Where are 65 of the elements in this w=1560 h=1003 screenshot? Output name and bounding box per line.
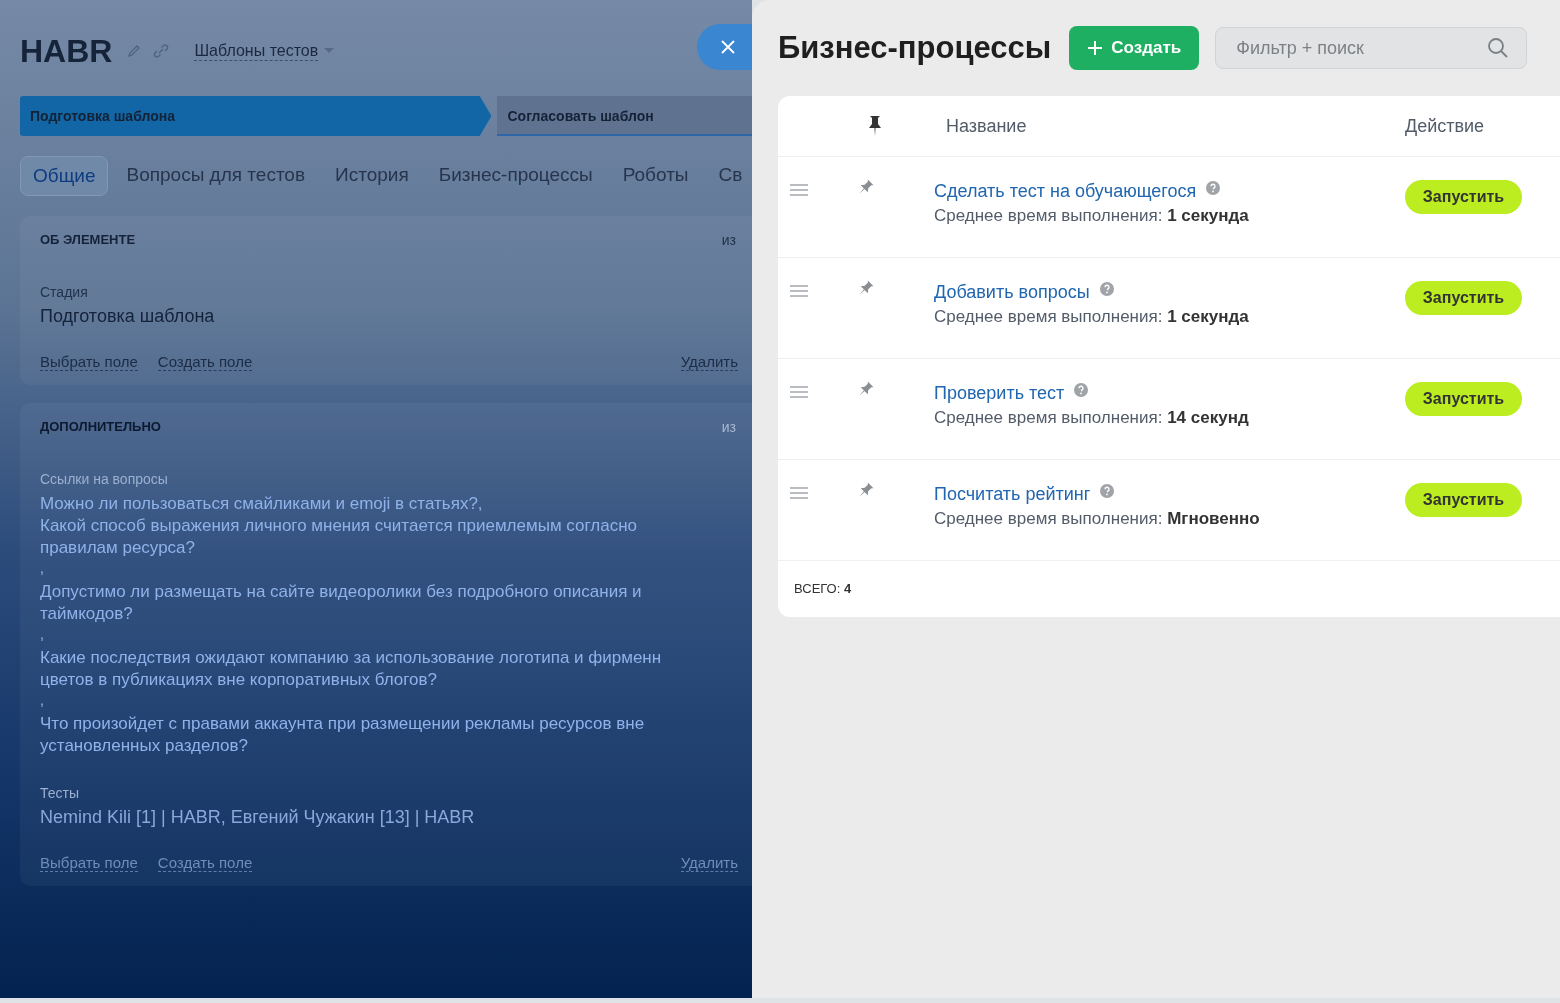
field-action-link[interactable]: Создать поле (157, 353, 253, 371)
drag-handle-icon (790, 486, 808, 500)
question-link[interactable]: Что произойдет с правами аккаунта при размещении рекламы ресурсов вне установленных разделов? (40, 713, 645, 757)
stage-step[interactable]: Согласовать шаблон (497, 96, 752, 136)
field-action-link[interactable]: Создать поле (157, 854, 253, 872)
question-link[interactable]: Можно ли пользоваться смайликами и emoji в статьях?, (40, 493, 483, 515)
process-link[interactable]: Добавить вопросы (934, 282, 1090, 303)
separator-comma: , (40, 561, 44, 575)
separator-comma: , (40, 627, 44, 641)
delete-link[interactable]: Удалить (680, 854, 738, 872)
run-button[interactable]: Запустить (1405, 180, 1522, 214)
panel-title: Бизнес-процессы (778, 30, 1052, 66)
tab[interactable]: Бизнес-процессы (426, 156, 605, 196)
process-link[interactable]: Посчитать рейтинг (934, 484, 1091, 505)
help-icon (1206, 180, 1221, 195)
page-title: HABR (20, 32, 113, 70)
section-title: ОБ ЭЛЕМЕНТЕ (40, 232, 136, 249)
caret-icon (324, 48, 335, 54)
question-link[interactable]: Какие последствия ожидают компанию за использование логотипа и фирменн цветов в публикациях вне корпоративных блогов? (40, 647, 662, 691)
help-icon (1099, 281, 1114, 296)
column-header: Действие (1405, 115, 1486, 137)
search-field[interactable]: Фильтр + поиск (1215, 27, 1528, 69)
tab[interactable]: Роботы (610, 156, 701, 196)
delete-link[interactable]: Удалить (680, 353, 738, 371)
process-link[interactable]: Сделать тест на обучающегося (934, 181, 1197, 202)
process-link[interactable]: Проверить тест (934, 383, 1065, 404)
run-button[interactable]: Запустить (1405, 483, 1522, 517)
link-icon (152, 43, 171, 59)
section-title: ДОПОЛНИТЕЛЬНО (40, 419, 161, 436)
category-dropdown[interactable]: Шаблоны тестов (194, 41, 335, 61)
run-button[interactable]: Запустить (1405, 281, 1522, 315)
help-icon (1100, 483, 1115, 498)
field-action-link[interactable]: Выбрать поле (40, 353, 138, 371)
help-icon (1074, 382, 1089, 397)
duration-text: Среднее время выполнения: 1 секунда (934, 307, 1250, 327)
drag-handle-icon (790, 284, 808, 298)
drag-handle-icon (790, 183, 808, 197)
plus-icon (1087, 40, 1104, 56)
tab[interactable]: Св (706, 156, 752, 196)
field-label: Стадия (40, 284, 89, 300)
column-header: Название (946, 115, 1028, 137)
stage-step[interactable]: Подготовка шаблона (20, 96, 492, 136)
duration-text: Среднее время выполнения: 1 секунда (934, 206, 1250, 226)
search-icon (1487, 37, 1510, 59)
field-label: Ссылки на вопросы (40, 471, 169, 487)
duration-text: Среднее время выполнения: 14 секунд (934, 408, 1250, 428)
field-label: Тесты (40, 785, 81, 801)
field-value: Подготовка шаблона (40, 306, 216, 327)
close-button[interactable] (697, 24, 752, 70)
run-button[interactable]: Запустить (1405, 382, 1522, 416)
drag-handle-icon (790, 385, 808, 399)
tab[interactable]: Общие (20, 156, 109, 196)
separator-comma: , (40, 693, 44, 707)
tab[interactable]: Вопросы для тестов (114, 156, 318, 196)
tab[interactable]: История (323, 156, 421, 196)
total-count: ВСЕГО: 4 (793, 580, 853, 598)
section-link[interactable]: из (721, 419, 736, 443)
section-link[interactable]: из (721, 232, 736, 256)
question-link[interactable]: Допустимо ли размещать на сайте видеоролики без подробного описания и таймкодов? (40, 581, 642, 625)
duration-text: Среднее время выполнения: Мгновенно (934, 509, 1261, 529)
field-value: Nemind Kili [1] | HABR, Евгений Чужакин [13] | HABR (40, 807, 476, 828)
question-link[interactable]: Какой способ выражения личного мнения считается приемлемым согласно правилам ресурса? (40, 515, 637, 559)
close-icon (721, 40, 735, 54)
create-button[interactable]: Создать (1069, 26, 1200, 70)
field-action-link[interactable]: Выбрать поле (40, 854, 138, 872)
